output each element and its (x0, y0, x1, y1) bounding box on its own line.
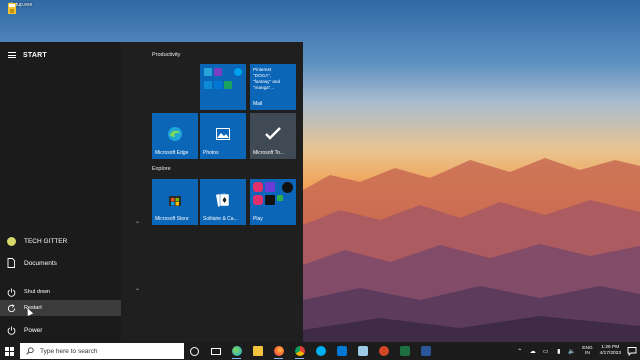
setup-exe-icon (8, 3, 16, 14)
network-icon[interactable]: ▭ (541, 347, 550, 356)
taskbar-excel[interactable] (394, 342, 415, 360)
hamburger-menu-icon[interactable] (8, 52, 16, 58)
tile-play-label: Play (253, 216, 263, 222)
tile-mail[interactable]: Pinterest "DOGA", "fantasy" and "manga".… (250, 64, 296, 110)
chevron-up-icon[interactable]: ⌃ (515, 347, 524, 356)
start-header[interactable]: START (0, 46, 121, 64)
skype-icon (315, 346, 326, 356)
taskbar-edge[interactable] (226, 342, 247, 360)
taskbar-search[interactable] (20, 343, 184, 359)
tile-microsoft-edge[interactable]: Microsoft Edge (152, 113, 198, 159)
store-icon (336, 346, 347, 356)
taskbar-powerpoint[interactable] (373, 342, 394, 360)
taskbar-cortana[interactable] (184, 342, 205, 360)
excel-icon (399, 346, 410, 356)
battery-icon[interactable]: ▮ (554, 347, 563, 356)
chrome-icon (294, 346, 305, 356)
user-name: TECH GITTER (24, 237, 68, 245)
mail-live-preview: Pinterest "DOGA", "fantasy" and "manga".… (253, 67, 281, 90)
rail-item-user[interactable]: TECH GITTER (0, 233, 121, 249)
word-icon (420, 346, 431, 356)
windows-logo-icon (4, 346, 14, 356)
taskbar-task-view[interactable] (205, 342, 226, 360)
tile-office-apps[interactable] (200, 64, 246, 110)
avatar (6, 236, 16, 246)
clock[interactable]: 1:26 PM 4/17/2023 (600, 345, 621, 357)
store-icon (169, 195, 181, 206)
tile-mail-label: Mail (253, 101, 263, 107)
tile-solitaire-label: Solitaire & Ca... (203, 216, 238, 222)
group-label-explore: Explore (152, 166, 171, 172)
tile-play[interactable]: Play (250, 179, 296, 225)
tile-solitaire[interactable]: Solitaire & Ca... (200, 179, 246, 225)
powerpoint-icon (378, 346, 389, 356)
taskbar-file-explorer[interactable] (247, 342, 268, 360)
search-input[interactable] (40, 347, 180, 355)
start-rail: START ⌄ ⌄ TECH GITTER Documents Shut dow… (0, 42, 140, 342)
start-title: START (23, 51, 47, 59)
taskbar-store[interactable] (331, 342, 352, 360)
chevron-down-icon[interactable]: ⌄ (135, 285, 140, 292)
firefox-icon (273, 346, 284, 356)
desktop-icon-setup[interactable]: Setup.exe (4, 2, 38, 14)
rail-item-documents[interactable]: Documents (0, 255, 121, 271)
photos-icon (216, 127, 230, 140)
tile-microsoft-todo[interactable]: Microsoft To... (250, 113, 296, 159)
tile-photos[interactable]: Photos (200, 113, 246, 159)
document-icon (7, 258, 15, 268)
tile-todo-label: Microsoft To... (253, 150, 285, 156)
rail-item-power[interactable]: Power (0, 322, 121, 338)
clock-date: 4/17/2023 (599, 351, 621, 356)
language-indicator[interactable]: ENG IN (582, 346, 592, 357)
taskbar-word[interactable] (415, 342, 436, 360)
tile-photos-label: Photos (203, 150, 219, 156)
search-icon (26, 347, 34, 355)
taskbar-notepad[interactable] (352, 342, 373, 360)
restart-icon (7, 303, 15, 312)
group-label-productivity: Productivity (152, 52, 181, 58)
solitaire-icon (216, 192, 230, 207)
chevron-down-icon[interactable]: ⌄ (135, 218, 140, 225)
todo-icon (265, 126, 281, 140)
taskbar-chrome[interactable] (289, 342, 310, 360)
cloud-icon[interactable]: ☁ (528, 347, 537, 356)
shutdown-label: Shut down (24, 289, 50, 295)
menu-item-shutdown[interactable]: Shut down (0, 284, 121, 300)
start-button[interactable] (0, 342, 18, 360)
edge-icon (231, 346, 242, 356)
power-label: Power (24, 326, 43, 334)
tile-store-label: Microsoft Store (155, 216, 189, 222)
taskbar-skype[interactable] (310, 342, 331, 360)
documents-label: Documents (24, 259, 57, 267)
edge-icon (168, 126, 182, 141)
cortana-icon (190, 346, 199, 356)
taskbar-firefox[interactable] (268, 342, 289, 360)
taskbar: ⌃ ☁ ▭ ▮ 🔈 ENG IN 1:26 PM 4/17/2023 (0, 342, 640, 360)
volume-icon[interactable]: 🔈 (567, 347, 576, 356)
start-menu: START ⌄ ⌄ TECH GITTER Documents Shut dow… (0, 42, 303, 342)
task-view-icon (210, 347, 221, 355)
file-explorer-icon (252, 346, 263, 356)
tile-microsoft-store[interactable]: Microsoft Store (152, 179, 198, 225)
power-icon (7, 325, 15, 335)
menu-item-restart[interactable]: Restart (0, 300, 121, 316)
notification-icon[interactable] (627, 346, 637, 356)
system-tray: ⌃ ☁ ▭ ▮ 🔈 ENG IN 1:26 PM 4/17/2023 (513, 342, 640, 360)
notepad-icon (357, 346, 368, 356)
power-icon (7, 287, 15, 297)
tile-edge-label: Microsoft Edge (155, 150, 189, 156)
